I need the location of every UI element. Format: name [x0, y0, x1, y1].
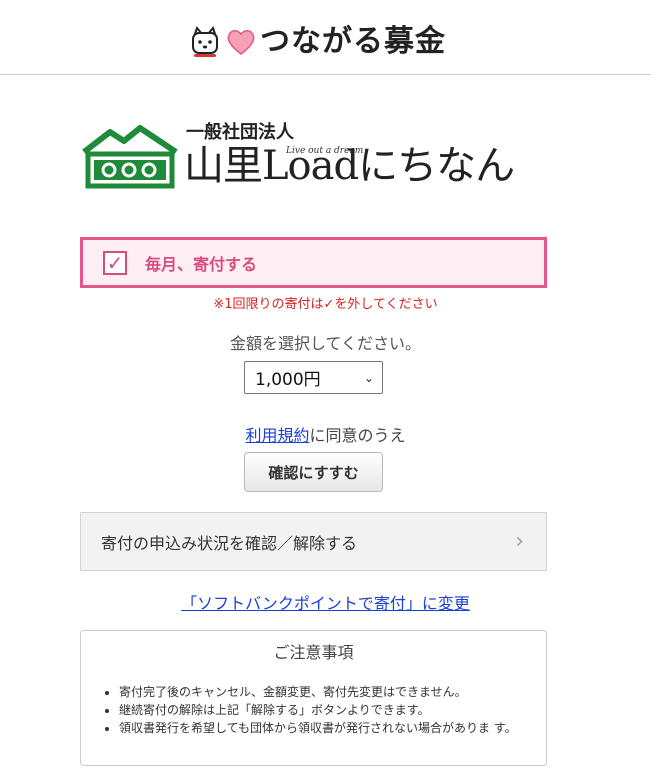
checkmark-icon: ✓ [106, 250, 124, 275]
monthly-checkbox[interactable]: ✓ [103, 250, 127, 275]
organization-logo: 一般社団法人 Live out a dream 山里Loadにちなん [80, 118, 560, 193]
monthly-donation-toggle[interactable]: ✓ 毎月、寄付する [80, 237, 547, 288]
heart-icon [227, 30, 255, 55]
amount-prompt: 金額を選択してください。 [229, 334, 422, 353]
chevron-right-icon: › [515, 529, 524, 554]
organization-name: 山里Loadにちなん [184, 143, 515, 189]
site-header: つながる募金 [0, 0, 651, 75]
notice-box: ご注意事項 寄付完了後のキャンセル、金額変更、寄付先変更はできません。 継続寄付… [80, 630, 547, 766]
notice-item: 領収書発行を希望しても団体から領収書が発行されない場合がありま す。 [119, 719, 546, 737]
amount-select[interactable]: 1,000円 ⌄ [244, 361, 383, 394]
terms-agreement: 利用規約に同意のうえ [0, 422, 651, 446]
amount-selected-value: 1,000円 [255, 370, 321, 390]
notice-list: 寄付完了後のキャンセル、金額変更、寄付先変更はできません。 継続寄付の解除は上記… [81, 683, 546, 737]
notice-item: 寄付完了後のキャンセル、金額変更、寄付先変更はできません。 [119, 683, 546, 701]
dog-mascot-icon [192, 25, 218, 57]
confirm-button[interactable]: 確認にすすむ [244, 452, 383, 492]
notice-title: ご注意事項 [273, 643, 354, 662]
brand-name: つながる募金 [260, 24, 446, 59]
softbank-point-switch-link[interactable]: 「ソフトバンクポイントで寄付」に変更 [0, 590, 651, 614]
one-time-note: ※1回限りの寄付は✓を外してください [213, 297, 438, 312]
chevron-down-icon: ⌄ [363, 370, 374, 385]
donation-status-link[interactable]: 寄付の申込み状況を確認／解除する › [80, 512, 547, 571]
house-logo-icon [82, 125, 178, 189]
donation-status-label: 寄付の申込み状況を確認／解除する [101, 533, 358, 553]
brand-logo[interactable]: つながる募金 [188, 22, 446, 62]
notice-item: 継続寄付の解除は上記「解除する」ボタンよりできます。 [119, 701, 546, 719]
monthly-label: 毎月、寄付する [145, 254, 258, 274]
terms-link[interactable]: 利用規約 [245, 426, 309, 445]
terms-suffix: に同意のうえ [309, 426, 406, 445]
